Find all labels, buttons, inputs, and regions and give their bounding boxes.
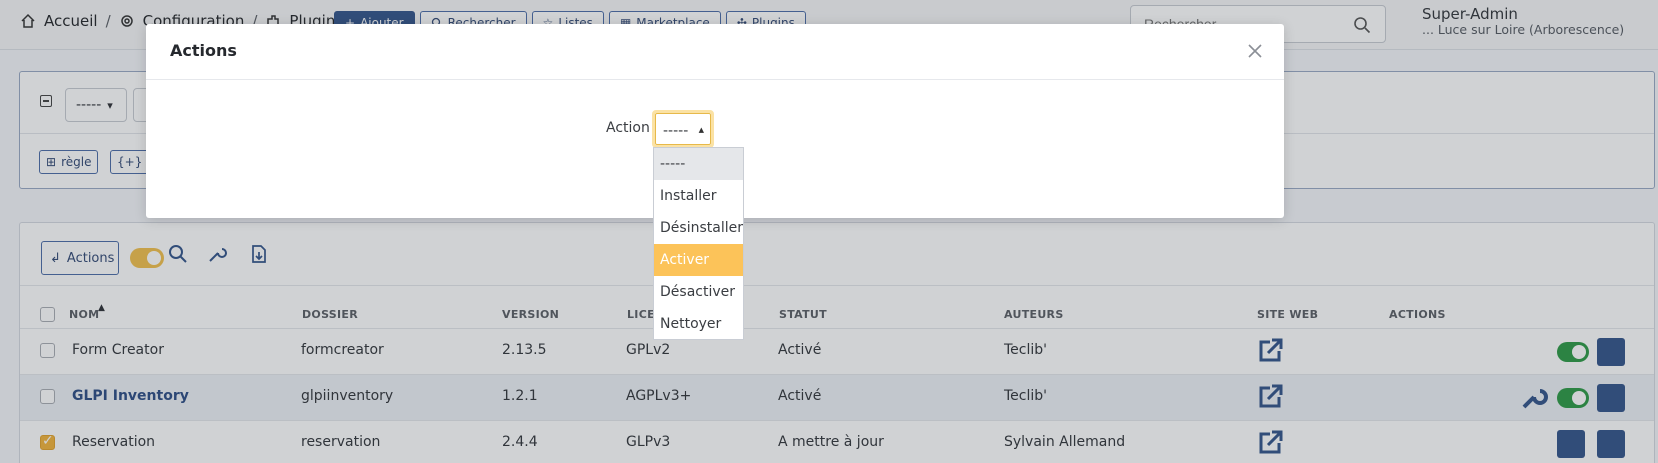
action-select[interactable]: ----- xyxy=(652,110,714,148)
dropdown-option[interactable]: Nettoyer xyxy=(654,308,743,340)
dropdown-option[interactable]: Désactiver xyxy=(654,276,743,308)
action-select-value: ----- xyxy=(655,113,711,145)
dropdown-option[interactable]: Installer xyxy=(654,180,743,212)
action-label: Action xyxy=(606,120,650,136)
modal-header: Actions xyxy=(146,24,1284,80)
dropdown-option-highlighted[interactable]: Activer xyxy=(654,244,743,276)
action-dropdown: ----- Installer Désinstaller Activer Dés… xyxy=(653,147,744,340)
dropdown-option[interactable]: ----- xyxy=(654,148,743,180)
close-icon[interactable] xyxy=(1246,42,1264,60)
dropdown-option[interactable]: Désinstaller xyxy=(654,212,743,244)
modal-title: Actions xyxy=(170,41,237,60)
